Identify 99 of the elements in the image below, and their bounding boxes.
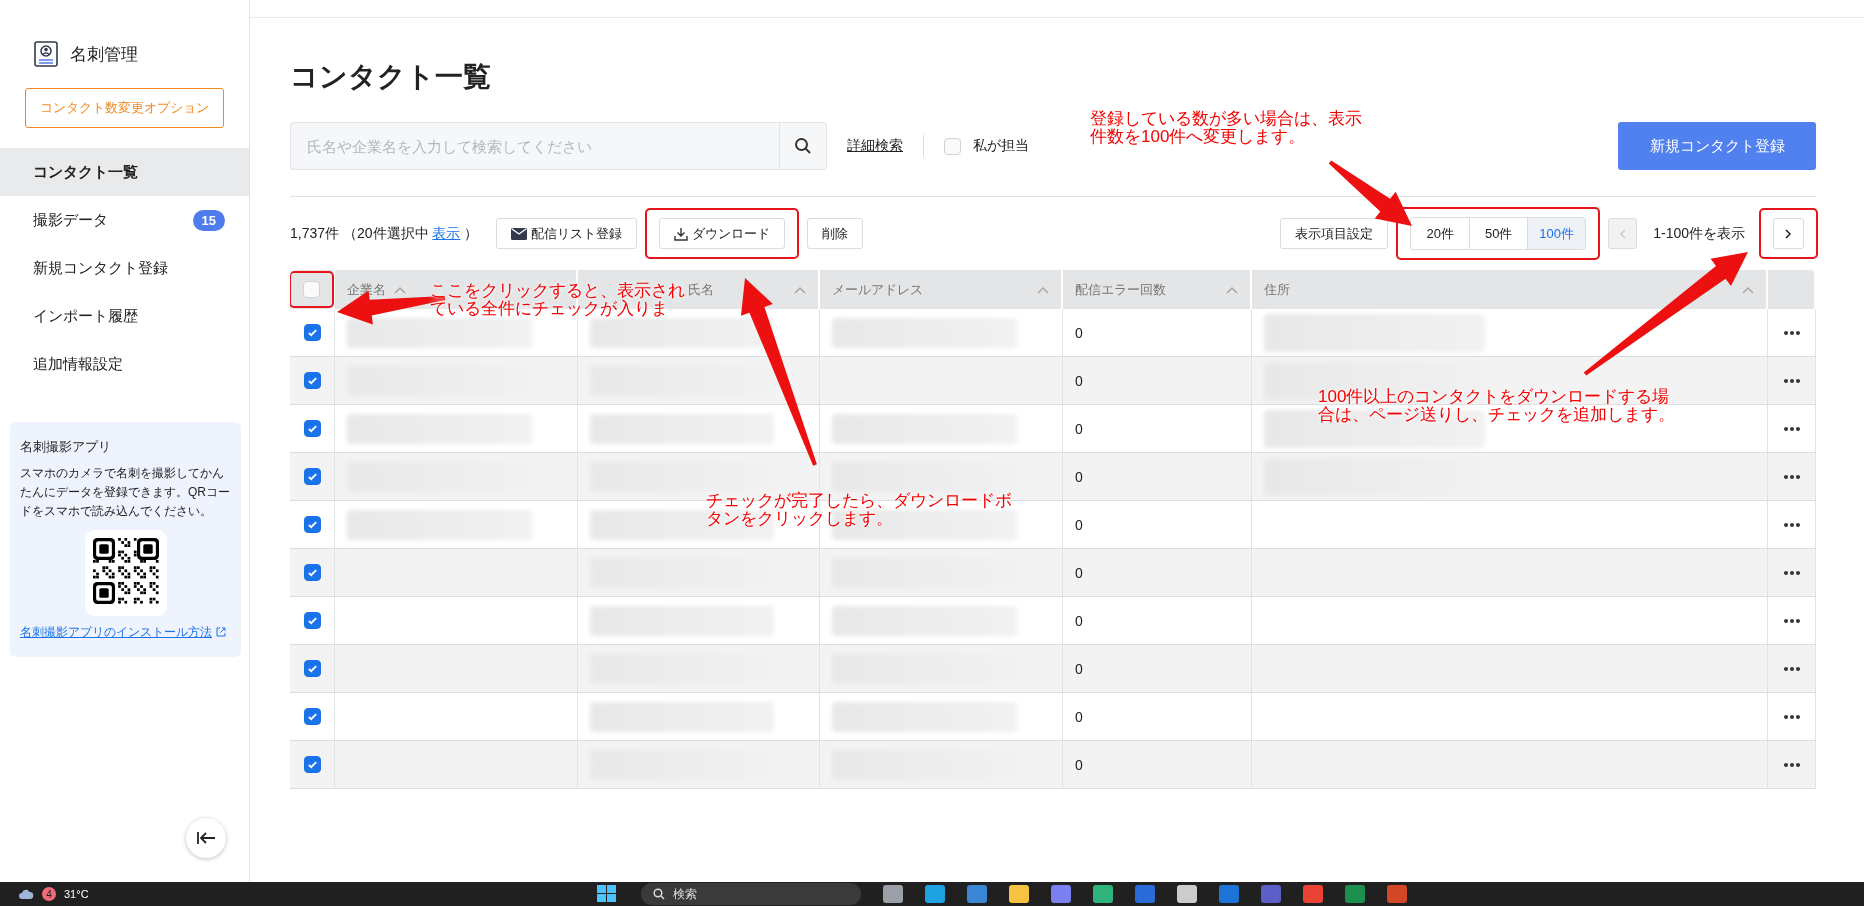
- external-link-icon: [216, 627, 226, 638]
- toolbar-button[interactable]: 配信リスト登録: [496, 218, 638, 249]
- taskbar-app-icon[interactable]: [1050, 885, 1071, 903]
- table-cell: 0: [1075, 756, 1083, 773]
- check-icon: [306, 471, 318, 482]
- check-icon: [306, 663, 318, 674]
- app-title: 名刺管理: [70, 43, 138, 66]
- advanced-search-link[interactable]: 詳細検索: [847, 137, 903, 155]
- search-button[interactable]: [779, 122, 827, 170]
- download-icon: [674, 226, 689, 241]
- select-all-checkbox[interactable]: [303, 281, 320, 298]
- check-icon: [306, 375, 318, 386]
- column-header: 住所: [1264, 280, 1290, 299]
- check-icon: [306, 567, 318, 578]
- page-title: コンタクト一覧: [290, 60, 492, 94]
- search-field[interactable]: 氏名や企業名を入力して検索してください: [290, 122, 779, 170]
- table-cell: 0: [1075, 468, 1083, 485]
- next-page-button[interactable]: [1773, 218, 1804, 249]
- column-header: 配信エラー回数: [1075, 280, 1166, 299]
- qr-code: [92, 537, 159, 604]
- show-link[interactable]: 表示: [432, 224, 461, 241]
- more-icon[interactable]: [1783, 426, 1800, 431]
- table-cell: 0: [1075, 660, 1083, 677]
- taskbar-app-icon[interactable]: [966, 885, 987, 903]
- row-checkbox[interactable]: [303, 660, 321, 677]
- taskbar-app-icon[interactable]: [882, 885, 903, 903]
- sidebar-item[interactable]: 追加情報設定: [0, 340, 249, 388]
- row-checkbox[interactable]: [303, 564, 321, 581]
- row-checkbox[interactable]: [303, 420, 321, 437]
- taskbar-app-icon[interactable]: [1092, 885, 1113, 903]
- sidebar-item[interactable]: コンタクト一覧: [0, 148, 249, 196]
- row-checkbox[interactable]: [303, 324, 321, 341]
- table-cell: 0: [1075, 372, 1083, 389]
- table-cell: 0: [1075, 324, 1083, 341]
- sidebar-item[interactable]: インポート履歴: [0, 292, 249, 340]
- taskbar-app-icon[interactable]: [1176, 885, 1197, 903]
- taskbar-app-icon[interactable]: [924, 885, 945, 903]
- row-checkbox[interactable]: [303, 516, 321, 533]
- search-icon: [652, 888, 665, 900]
- toolbar-button[interactable]: ダウンロード: [659, 218, 786, 249]
- column-header: メールアドレス: [832, 280, 923, 299]
- temperature-text: 31°C: [64, 888, 89, 900]
- check-icon: [306, 711, 318, 722]
- table-cell: 0: [1075, 564, 1083, 581]
- count-text: 1,737件 （20件選択中 表示 ）: [290, 224, 479, 243]
- table-cell: 0: [1075, 516, 1083, 533]
- business-card-icon: [34, 41, 58, 67]
- more-icon[interactable]: [1783, 330, 1800, 335]
- taskbar-app-icon[interactable]: [1302, 885, 1323, 903]
- check-icon: [306, 519, 318, 530]
- row-checkbox[interactable]: [303, 612, 321, 629]
- check-icon: [306, 759, 318, 770]
- card-description: スマホのカメラで名刺を撮影してかんたんにデータを登録できます。QRコードをスマホで読み込んでください。: [20, 465, 231, 521]
- taskbar-app-icon[interactable]: [1008, 885, 1029, 903]
- more-icon[interactable]: [1783, 618, 1800, 623]
- row-checkbox[interactable]: [303, 756, 321, 773]
- sidebar-item[interactable]: 撮影データ 15: [0, 196, 249, 244]
- table-cell: 0: [1075, 420, 1083, 437]
- page-range: 1-100件を表示: [1653, 224, 1745, 243]
- check-icon: [306, 423, 318, 434]
- collapse-button[interactable]: [186, 818, 226, 858]
- more-icon[interactable]: [1783, 522, 1800, 527]
- more-icon[interactable]: [1783, 762, 1800, 767]
- column-header: 氏名: [688, 280, 714, 299]
- new-contact-button[interactable]: 新規コンタクト登録: [1618, 122, 1816, 170]
- weather-badge: 4: [42, 887, 56, 901]
- table-cell: 0: [1075, 708, 1083, 725]
- checkbox-label: 私が担当: [973, 137, 1029, 155]
- callout-text: ここをクリックすると、表示され ている全件にチェックが入りま: [430, 282, 685, 318]
- row-checkbox[interactable]: [303, 372, 321, 389]
- install-link[interactable]: 名刺撮影アプリのインストール方法: [20, 623, 231, 641]
- mail-icon: [511, 227, 528, 240]
- checkbox[interactable]: [944, 137, 961, 155]
- callout-text: 100件以上のコンタクトをダウンロードする場 合は、ページ送りし、チェックを追加します。: [1318, 388, 1675, 424]
- sidebar-item[interactable]: 新規コンタクト登録: [0, 244, 249, 292]
- page-size-button[interactable]: 100件: [1527, 218, 1586, 249]
- more-icon[interactable]: [1783, 570, 1800, 575]
- chevron-left-icon: [1619, 228, 1627, 239]
- windows-icon[interactable]: [596, 885, 617, 903]
- column-settings-button[interactable]: 表示項目設定: [1280, 218, 1389, 249]
- toolbar-button[interactable]: 削除: [807, 218, 864, 249]
- check-icon: [306, 615, 318, 626]
- more-icon[interactable]: [1783, 714, 1800, 719]
- count-badge: 15: [192, 209, 225, 231]
- cloud-icon: [18, 889, 34, 899]
- row-checkbox[interactable]: [303, 708, 321, 725]
- callout-text: チェックが完了したら、ダウンロードボ タンをクリックします。: [706, 492, 1012, 528]
- table-cell: 0: [1075, 612, 1083, 629]
- chevron-right-icon: [1785, 228, 1792, 239]
- more-icon[interactable]: [1783, 378, 1800, 383]
- collapse-icon: [196, 831, 216, 845]
- card-title: 名刺撮影アプリ: [20, 438, 112, 456]
- check-icon: [306, 327, 318, 338]
- callout-text: 登録している数が多い場合は、表示 件数を100件へ変更します。: [1090, 110, 1362, 146]
- row-checkbox[interactable]: [303, 468, 321, 485]
- taskbar-search[interactable]: 検索: [640, 883, 861, 905]
- more-icon[interactable]: [1783, 474, 1800, 479]
- search-icon: [794, 137, 812, 155]
- more-icon[interactable]: [1783, 666, 1800, 671]
